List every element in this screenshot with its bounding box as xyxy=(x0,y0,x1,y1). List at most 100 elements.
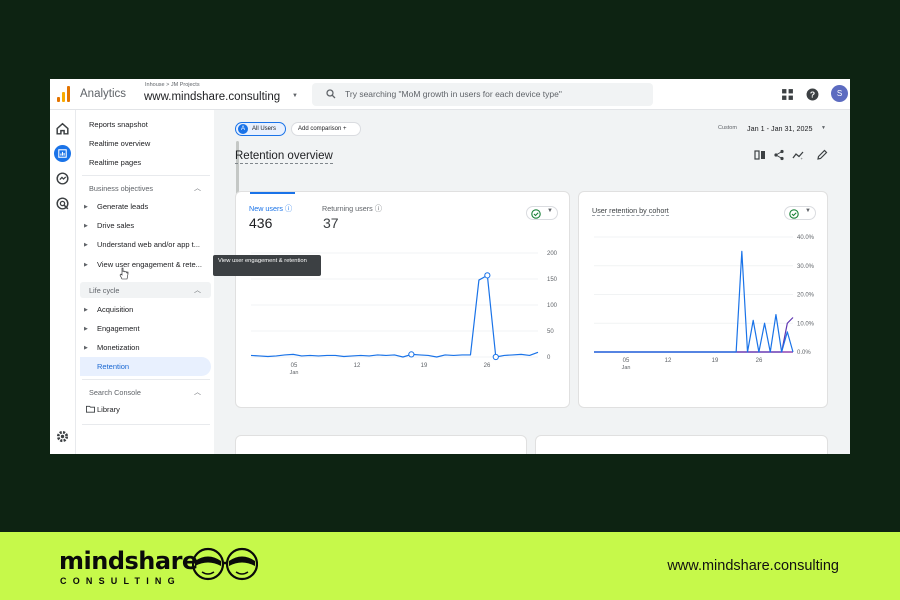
y-tick-label: 10.0% xyxy=(797,321,815,327)
y-tick-label: 200 xyxy=(547,251,558,257)
expand-arrow-icon[interactable]: ▶ xyxy=(84,326,88,332)
side-nav: Reports snapshot Realtime overview Realt… xyxy=(75,110,239,454)
nav-realtime-overview[interactable]: Realtime overview xyxy=(89,139,150,148)
insights-icon[interactable]: + xyxy=(792,149,804,161)
date-mode-label: Custom xyxy=(718,125,737,131)
footer-url[interactable]: www.mindshare.consulting xyxy=(667,558,839,574)
nav-user-engagement-retention[interactable]: View user engagement & rete... xyxy=(97,260,202,269)
tab-returning-users[interactable]: Returning users ⓘ xyxy=(322,204,382,214)
home-icon[interactable] xyxy=(54,120,71,137)
add-comparison-label: Add comparison xyxy=(298,126,342,132)
chart-options-dropdown[interactable]: ▼ xyxy=(784,206,816,220)
nav-acquisition[interactable]: Acquisition xyxy=(97,305,133,314)
hand-cursor-icon xyxy=(119,267,129,280)
search-icon xyxy=(326,89,336,99)
help-circle-icon[interactable]: ⓘ xyxy=(285,204,292,213)
bottom-card-engagement xyxy=(235,435,527,454)
add-comparison-button[interactable]: Add comparison + xyxy=(291,122,361,136)
nav-realtime-pages[interactable]: Realtime pages xyxy=(89,158,141,167)
nav-monetization[interactable]: Monetization xyxy=(97,343,140,352)
new-users-card: New users ⓘ 436 Returning users ⓘ 37 ▼ 2… xyxy=(235,191,570,408)
data-point xyxy=(492,353,499,361)
help-icon[interactable]: ? xyxy=(806,88,819,101)
apps-grid-icon[interactable] xyxy=(781,88,794,101)
search-bar[interactable] xyxy=(312,83,653,106)
expand-arrow-icon[interactable]: ▶ xyxy=(84,262,88,268)
nav-retention[interactable]: Retention xyxy=(97,362,129,371)
section-business-objectives[interactable]: Business objectives xyxy=(89,184,153,193)
tab-new-users[interactable]: New users ⓘ xyxy=(249,204,292,214)
x-tick-label: 26 xyxy=(756,358,763,364)
brand-wordmark: mindshare xyxy=(59,547,198,575)
explore-icon[interactable] xyxy=(54,170,71,187)
new-users-label: New users xyxy=(249,204,283,213)
caret-down-icon[interactable]: ▼ xyxy=(292,93,298,99)
reports-icon[interactable] xyxy=(54,145,71,162)
nav-drive-sales[interactable]: Drive sales xyxy=(97,221,134,230)
x-tick-label: 05 xyxy=(623,358,630,364)
compare-columns-icon[interactable] xyxy=(754,149,766,161)
x-tick-label: 19 xyxy=(421,363,428,369)
x-tick-label: 12 xyxy=(665,358,672,364)
series-line xyxy=(594,317,794,353)
returning-users-value: 37 xyxy=(323,215,339,231)
section-life-cycle[interactable]: Life cycle xyxy=(89,286,119,295)
chevron-up-icon[interactable]: ︿ xyxy=(194,285,201,295)
expand-arrow-icon[interactable]: ▶ xyxy=(84,345,88,351)
footer-banner: mindshare CONSULTING www.mindshare.consu… xyxy=(0,532,900,600)
bottom-card-retention xyxy=(535,435,828,454)
share-icon[interactable] xyxy=(773,149,785,161)
y-tick-label: 30.0% xyxy=(797,264,815,270)
chart-options-dropdown[interactable]: ▼ xyxy=(526,206,558,220)
brand-subtitle: CONSULTING xyxy=(60,576,181,586)
property-selector[interactable]: www.mindshare.consulting xyxy=(144,91,280,103)
check-circle-icon xyxy=(789,209,799,219)
svg-text:?: ? xyxy=(810,90,815,100)
nav-reports-snapshot[interactable]: Reports snapshot xyxy=(89,120,148,129)
x-tick-month-label: Jan xyxy=(622,365,631,371)
analytics-window: Analytics Inhouse > JM Projects www.mind… xyxy=(50,79,850,454)
folder-icon xyxy=(86,405,95,413)
nav-engagement[interactable]: Engagement xyxy=(97,324,140,333)
nav-understand-traffic[interactable]: Understand web and/or app t... xyxy=(97,240,200,249)
chevron-up-icon[interactable]: ︿ xyxy=(194,387,201,397)
expand-arrow-icon[interactable]: ▶ xyxy=(84,307,88,313)
cohort-card-title[interactable]: User retention by cohort xyxy=(592,206,669,216)
expand-arrow-icon[interactable]: ▶ xyxy=(84,223,88,229)
expand-arrow-icon[interactable]: ▶ xyxy=(84,204,88,210)
nav-tooltip: View user engagement & retention xyxy=(213,255,321,276)
expand-arrow-icon[interactable]: ▶ xyxy=(84,242,88,248)
y-tick-label: 50 xyxy=(547,329,554,335)
divider xyxy=(82,175,210,176)
nav-library[interactable]: Library xyxy=(97,405,120,414)
page-title: Retention overview xyxy=(235,150,333,164)
brand-logo-icon xyxy=(192,547,258,581)
search-input[interactable] xyxy=(345,89,645,99)
new-users-value: 436 xyxy=(249,215,273,231)
settings-gear-icon[interactable] xyxy=(54,428,71,445)
y-tick-label: 150 xyxy=(547,277,558,283)
series-line xyxy=(594,250,794,353)
divider xyxy=(82,424,210,425)
svg-text:+: + xyxy=(801,156,804,161)
section-search-console[interactable]: Search Console xyxy=(89,388,141,397)
y-tick-label: 0 xyxy=(547,355,551,361)
app-name: Analytics xyxy=(80,88,127,100)
returning-users-label: Returning users xyxy=(322,204,373,213)
nav-generate-leads[interactable]: Generate leads xyxy=(97,202,148,211)
cohort-retention-line-chart: 40.0% 30.0% 20.0% 10.0% 0.0% 05Jan 12 19 26 xyxy=(594,235,815,371)
advertising-icon[interactable] xyxy=(54,195,71,212)
data-point xyxy=(484,272,491,279)
y-tick-label: 100 xyxy=(547,303,558,309)
edit-pencil-icon[interactable] xyxy=(816,149,828,161)
avatar[interactable]: S xyxy=(831,85,848,102)
plus-icon: + xyxy=(343,126,347,132)
caret-down-icon[interactable]: ▼ xyxy=(821,125,826,131)
help-circle-icon[interactable]: ⓘ xyxy=(375,204,382,213)
date-range-picker[interactable]: Jan 1 - Jan 31, 2025 xyxy=(747,124,813,133)
analytics-logo-icon xyxy=(57,86,70,102)
caret-down-icon: ▼ xyxy=(805,208,811,214)
chevron-up-icon[interactable]: ︿ xyxy=(194,183,201,193)
breadcrumb[interactable]: Inhouse > JM Projects xyxy=(145,82,200,88)
all-users-chip[interactable]: A All Users xyxy=(235,122,286,136)
